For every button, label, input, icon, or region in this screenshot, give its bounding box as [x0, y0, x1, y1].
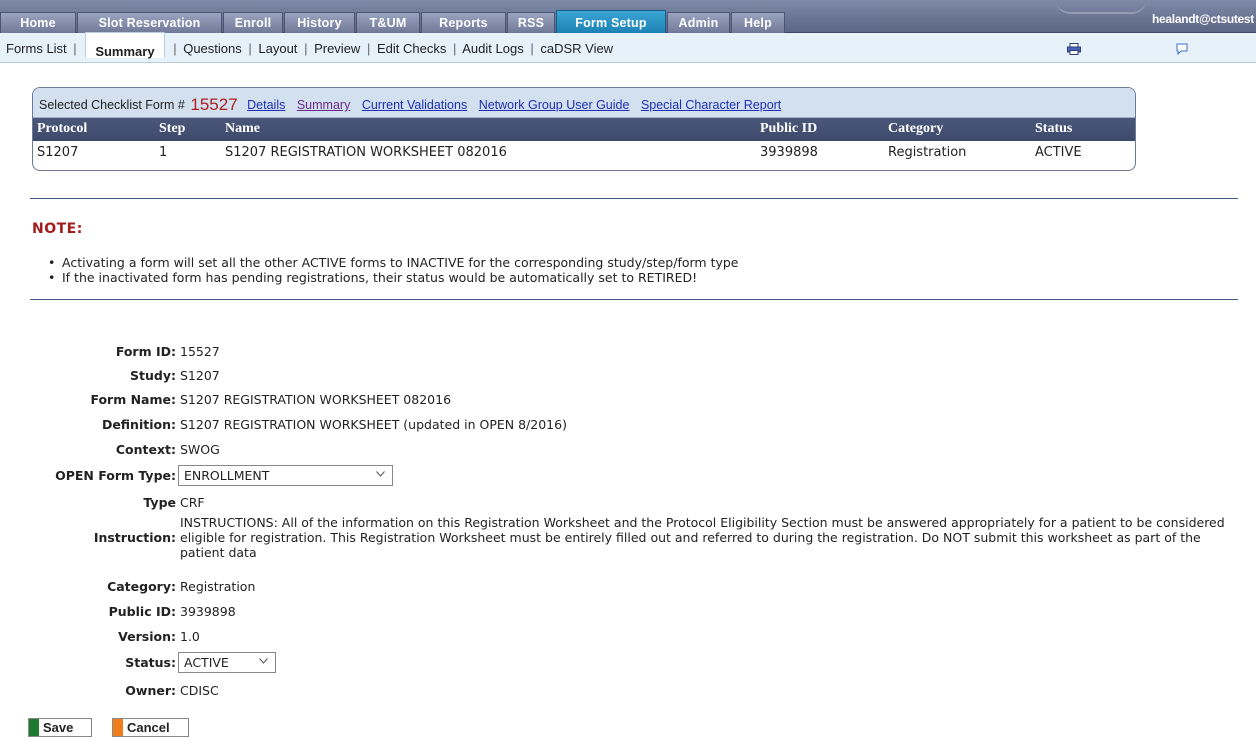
save-color-bar — [29, 719, 39, 736]
col-public-id: Public ID — [760, 121, 818, 136]
tab-help[interactable]: Help — [731, 12, 785, 33]
checklist-header: Selected Checklist Form # 15527 Details … — [33, 88, 1135, 118]
cell-step: 1 — [159, 145, 168, 160]
note-list: Activating a form will set all the other… — [48, 255, 739, 285]
subnav-forms-list[interactable]: Forms List — [6, 41, 67, 56]
col-category: Category — [888, 121, 944, 136]
divider — [30, 299, 1238, 300]
version-label: Version: — [118, 629, 176, 644]
open-form-type-select[interactable]: ENROLLMENT — [178, 465, 393, 486]
instruction-value: INSTRUCTIONS: All of the information on … — [180, 515, 1225, 560]
cell-public-id: 3939898 — [760, 145, 818, 160]
instruction-label: Instruction: — [93, 530, 176, 545]
network-group-user-guide-link[interactable]: Network Group User Guide — [479, 98, 630, 112]
cancel-button[interactable]: Cancel — [112, 718, 189, 737]
form-id-value: 15527 — [180, 344, 220, 359]
study-value: S1207 — [180, 368, 220, 383]
cell-category: Registration — [888, 145, 967, 160]
form-name-value: S1207 REGISTRATION WORKSHEET 082016 — [180, 392, 452, 407]
cancel-color-bar — [113, 719, 123, 736]
cell-status: ACTIVE — [1035, 145, 1082, 160]
table-row[interactable]: S1207 1 S1207 REGISTRATION WORKSHEET 082… — [33, 141, 1135, 165]
col-name: Name — [225, 121, 260, 136]
tab-admin[interactable]: Admin — [667, 12, 730, 33]
status-select[interactable]: ACTIVE — [178, 652, 276, 673]
public-id-value: 3939898 — [180, 604, 236, 619]
printer-icon[interactable] — [1067, 43, 1081, 55]
checklist-number: 15527 — [190, 95, 238, 114]
sub-navigation-bar: Forms List | Summary | Questions | Layou… — [0, 32, 1256, 63]
type-label: Type — [143, 495, 176, 510]
chevron-down-icon — [376, 471, 385, 477]
form-name-label: Form Name: — [90, 392, 176, 407]
col-step: Step — [159, 121, 186, 136]
tab-rss[interactable]: RSS — [507, 12, 555, 33]
user-email[interactable]: healandt@ctsutest — [1152, 12, 1254, 26]
version-value: 1.0 — [180, 629, 200, 644]
subnav-preview[interactable]: Preview — [314, 41, 360, 56]
cancel-button-label: Cancel — [127, 720, 170, 735]
subnav-separator: | — [173, 41, 177, 56]
form-id-label: Form ID: — [115, 344, 176, 359]
checklist-panel: Selected Checklist Form # 15527 Details … — [32, 87, 1136, 171]
owner-value: CDISC — [180, 683, 219, 698]
chevron-down-icon — [259, 658, 268, 664]
subnav-edit-checks[interactable]: Edit Checks — [377, 41, 446, 56]
special-character-report-link[interactable]: Special Character Report — [641, 98, 781, 112]
tab-form-setup[interactable]: Form Setup — [556, 10, 666, 35]
subnav-separator: | — [304, 41, 308, 56]
tab-reports[interactable]: Reports — [421, 12, 506, 33]
cell-protocol: S1207 — [37, 145, 79, 160]
chat-bubble-icon[interactable] — [1176, 43, 1188, 55]
subnav-audit-logs[interactable]: Audit Logs — [462, 41, 523, 56]
checklist-label: Selected Checklist Form # — [39, 98, 185, 112]
context-label: Context: — [115, 442, 176, 457]
header-swoosh-decoration — [1056, 0, 1146, 14]
note-item: If the inactivated form has pending regi… — [48, 270, 739, 285]
divider — [30, 198, 1238, 199]
col-protocol: Protocol — [37, 121, 88, 136]
details-link[interactable]: Details — [247, 98, 285, 112]
tab-enroll[interactable]: Enroll — [223, 12, 283, 33]
tab-history[interactable]: History — [284, 12, 355, 33]
subnav-layout[interactable]: Layout — [258, 41, 297, 56]
save-button-label: Save — [43, 720, 74, 735]
current-validations-link[interactable]: Current Validations — [362, 98, 467, 112]
definition-value: S1207 REGISTRATION WORKSHEET (updated in… — [180, 417, 567, 432]
summary-link[interactable]: Summary — [297, 98, 350, 112]
subnav-cadsr-view[interactable]: caDSR View — [540, 41, 613, 56]
study-label: Study: — [130, 368, 176, 383]
status-label: Status: — [125, 655, 176, 670]
note-title: NOTE: — [32, 221, 83, 237]
col-status: Status — [1035, 121, 1073, 136]
note-item: Activating a form will set all the other… — [48, 255, 739, 270]
subnav-questions[interactable]: Questions — [183, 41, 242, 56]
save-button[interactable]: Save — [28, 718, 92, 737]
public-id-label: Public ID: — [108, 604, 176, 619]
subnav-separator: | — [530, 41, 534, 56]
definition-label: Definition: — [101, 417, 176, 432]
tab-t-and-um[interactable]: T&UM — [356, 12, 420, 33]
checklist-table-header: Protocol Step Name Public ID Category St… — [33, 118, 1135, 141]
subnav-separator: | — [452, 41, 457, 56]
top-navigation-bar: Home Slot Reservation Enroll History T&U… — [0, 0, 1256, 35]
tab-home[interactable]: Home — [0, 12, 76, 33]
open-form-type-selected: ENROLLMENT — [184, 468, 270, 483]
status-selected: ACTIVE — [184, 655, 229, 670]
tab-slot-reservation[interactable]: Slot Reservation — [77, 12, 222, 33]
subnav-separator: | — [73, 41, 77, 56]
cell-name: S1207 REGISTRATION WORKSHEET 082016 — [225, 145, 507, 160]
subnav-summary[interactable]: Summary — [85, 32, 165, 59]
category-label: Category: — [107, 579, 176, 594]
category-value: Registration — [180, 579, 256, 594]
open-form-type-label: OPEN Form Type: — [55, 468, 176, 483]
subnav-separator: | — [248, 41, 252, 56]
context-value: SWOG — [180, 442, 220, 457]
type-value: CRF — [180, 495, 205, 510]
subnav-separator: | — [366, 41, 371, 56]
owner-label: Owner: — [125, 683, 176, 698]
